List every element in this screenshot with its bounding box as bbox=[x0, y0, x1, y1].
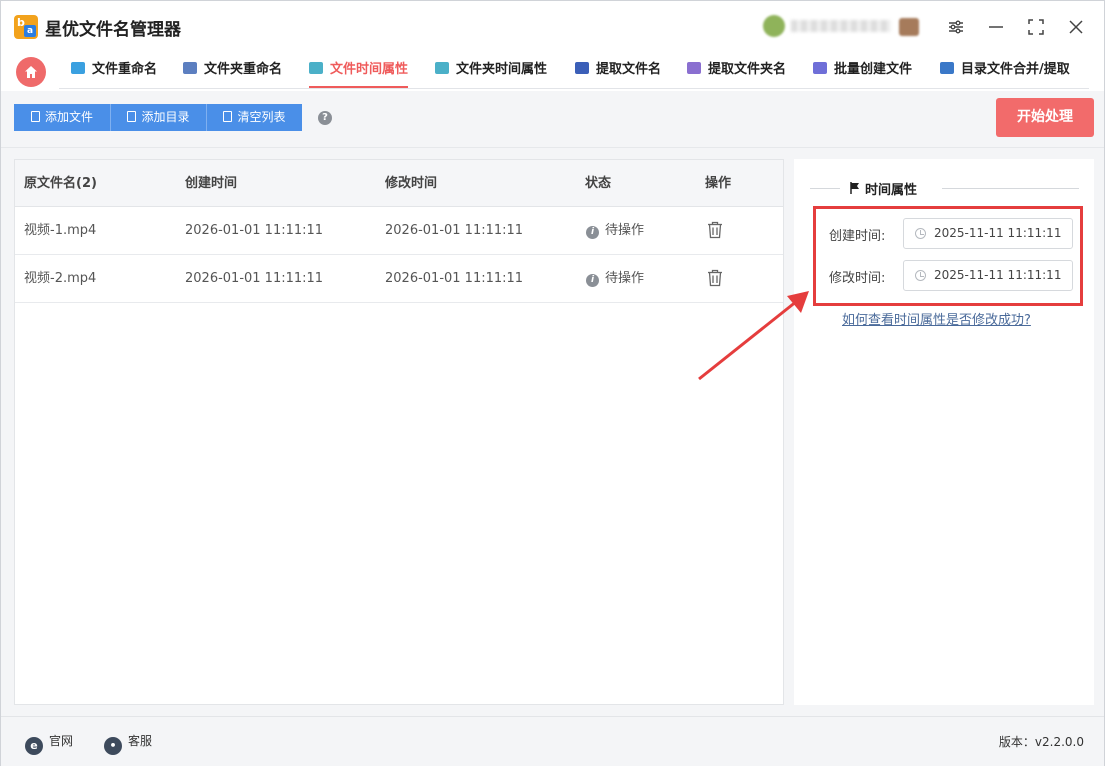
help-icon[interactable]: ? bbox=[318, 111, 332, 125]
column-header-modified[interactable]: 修改时间 bbox=[385, 160, 437, 207]
section-title: 时间属性 bbox=[850, 179, 917, 198]
close-icon[interactable] bbox=[1063, 14, 1089, 40]
tab-divider bbox=[59, 88, 1089, 89]
support-link[interactable]: • 客服 bbox=[104, 732, 152, 755]
maximize-icon[interactable] bbox=[1023, 14, 1049, 40]
cell-created: 2026-01-01 11:11:11 bbox=[185, 271, 324, 286]
tab-batch-create-files[interactable]: 批量创建文件 bbox=[813, 53, 912, 88]
tab-merge-extract-directory[interactable]: 目录文件合并/提取 bbox=[940, 53, 1070, 88]
annotation-arrow-icon bbox=[698, 291, 809, 381]
file-icon bbox=[30, 111, 40, 122]
info-icon: i bbox=[586, 274, 599, 287]
minimize-icon[interactable] bbox=[983, 14, 1009, 40]
divider bbox=[1, 147, 1104, 148]
info-icon: i bbox=[586, 226, 599, 239]
extract-filename-icon bbox=[575, 62, 589, 74]
column-header-actions: 操作 bbox=[705, 176, 732, 191]
start-processing-button[interactable]: 开始处理 bbox=[996, 98, 1094, 137]
column-header-filename[interactable]: 原文件名(2) bbox=[24, 160, 97, 207]
footer: e 官网 • 客服 版本：v2.2.0.0 bbox=[1, 716, 1104, 766]
user-avatar[interactable] bbox=[763, 15, 785, 37]
tab-folder-time-attributes[interactable]: 文件夹时间属性 bbox=[435, 53, 547, 88]
tab-folder-rename[interactable]: 文件夹重命名 bbox=[183, 53, 282, 88]
folder-time-icon bbox=[435, 62, 449, 74]
folder-rename-icon bbox=[183, 62, 197, 74]
app-window: ba 星优文件名管理器 文件重命名 文件夹重命名 文件时间属性 文件夹时间属性 … bbox=[0, 0, 1105, 766]
batch-create-icon bbox=[813, 62, 827, 74]
file-time-icon bbox=[309, 62, 323, 74]
cell-modified: 2026-01-01 11:11:11 bbox=[385, 271, 524, 286]
trash-icon bbox=[223, 111, 233, 122]
extract-folder-icon bbox=[687, 62, 701, 74]
settings-icon[interactable] bbox=[943, 14, 969, 40]
cell-filename: 视频-2.mp4 bbox=[24, 271, 97, 286]
user-badge-icon[interactable] bbox=[899, 18, 919, 36]
column-header-created[interactable]: 创建时间 bbox=[185, 160, 237, 207]
website-link[interactable]: e 官网 bbox=[25, 732, 73, 755]
cell-modified: 2026-01-01 11:11:11 bbox=[385, 223, 524, 238]
home-button[interactable] bbox=[16, 57, 46, 87]
tab-file-time-attributes[interactable]: 文件时间属性 bbox=[309, 53, 409, 88]
add-file-button[interactable]: 添加文件 bbox=[14, 104, 111, 131]
title-bar: ba 星优文件名管理器 bbox=[1, 1, 1104, 53]
file-table: 原文件名(2) 创建时间 修改时间 状态 操作 视频-1.mp4 2026-01… bbox=[14, 159, 784, 705]
delete-row-icon[interactable] bbox=[707, 221, 723, 239]
tab-extract-folder-names[interactable]: 提取文件夹名 bbox=[687, 53, 786, 88]
flag-icon bbox=[850, 182, 859, 194]
cell-created: 2026-01-01 11:11:11 bbox=[185, 223, 324, 238]
table-header: 原文件名(2) 创建时间 修改时间 状态 操作 bbox=[15, 160, 783, 207]
divider bbox=[810, 188, 840, 189]
version-label: 版本：v2.2.0.0 bbox=[998, 735, 1084, 749]
cell-filename: 视频-1.mp4 bbox=[24, 223, 97, 238]
tab-file-rename[interactable]: 文件重命名 bbox=[71, 53, 157, 88]
chat-icon: • bbox=[104, 737, 122, 755]
divider bbox=[942, 188, 1079, 189]
home-icon bbox=[25, 66, 37, 78]
user-name-blurred bbox=[791, 20, 891, 32]
tab-extract-filenames[interactable]: 提取文件名 bbox=[575, 53, 661, 88]
app-logo-icon: ba bbox=[14, 15, 38, 39]
table-row[interactable]: 视频-1.mp4 2026-01-01 11:11:11 2026-01-01 … bbox=[15, 207, 783, 255]
column-header-status: 状态 bbox=[585, 176, 612, 191]
tab-bar: 文件重命名 文件夹重命名 文件时间属性 文件夹时间属性 提取文件名 提取文件夹名… bbox=[1, 53, 1104, 91]
website-icon: e bbox=[25, 737, 43, 755]
verify-time-help-link[interactable]: 如何查看时间属性是否修改成功? bbox=[842, 309, 1031, 328]
file-icon bbox=[127, 111, 137, 122]
table-row[interactable]: 视频-2.mp4 2026-01-01 11:11:11 2026-01-01 … bbox=[15, 255, 783, 303]
app-title: 星优文件名管理器 bbox=[45, 20, 181, 40]
clear-list-button[interactable]: 清空列表 bbox=[207, 104, 302, 131]
add-directory-button[interactable]: 添加目录 bbox=[111, 104, 207, 131]
cell-status: i 待操作 bbox=[586, 255, 644, 303]
directory-merge-icon bbox=[940, 62, 954, 74]
cell-status: i 待操作 bbox=[586, 207, 644, 255]
highlight-box bbox=[813, 206, 1083, 306]
file-rename-icon bbox=[71, 62, 85, 74]
